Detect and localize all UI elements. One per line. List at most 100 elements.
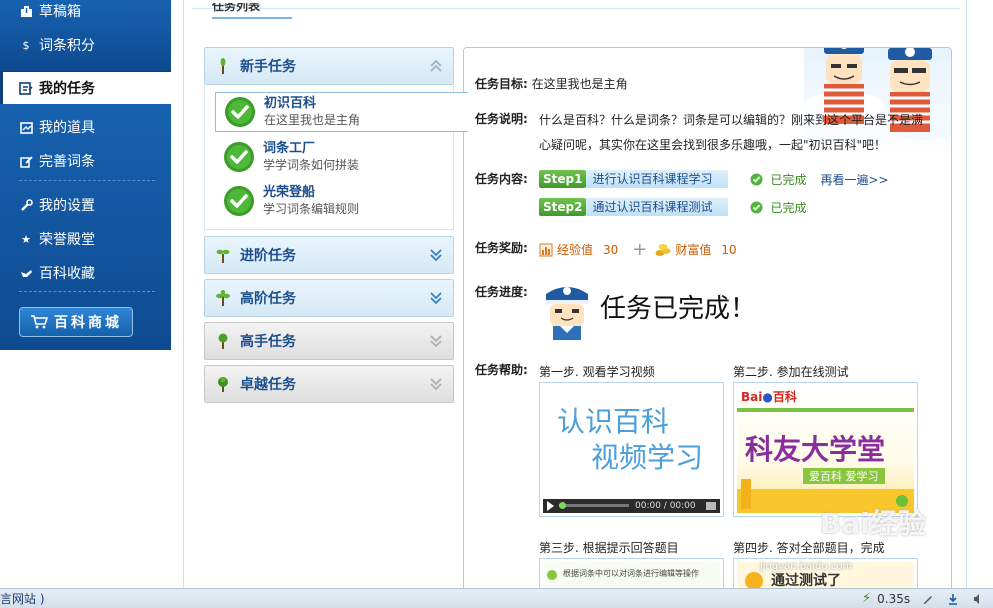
task-item-board[interactable]: 光荣登船 学习词条编辑规则 [215,181,455,221]
content-key: 任务内容: [475,172,528,186]
sidebar-item-honor-hall[interactable]: ★ 荣誉殿堂 [0,225,171,253]
sidebar-item-label: 我的设置 [39,198,95,214]
tab-bar: 任务列表 [192,3,960,19]
step-status-label: 已完成 [770,172,807,187]
slogan: 爱百科 爱学习 [803,468,885,484]
check-circle-icon [224,142,254,172]
tree-icon [218,333,228,349]
sidebar-item-improve-entry[interactable]: 完善词条 [0,147,171,175]
gold-coins-icon [655,243,671,256]
category-expert[interactable]: 高手任务 [204,322,454,360]
task-item-factory[interactable]: 词条工厂 学学词条如何拼装 [215,137,455,177]
pen-icon[interactable] [922,593,934,605]
coin-icon: $ [22,38,30,52]
task-content-key: 任务内容: [475,168,528,190]
task-icon [19,81,33,95]
step-number-dot [547,570,557,580]
online-test-thumbnail[interactable]: Bai●百科 科友大学堂 爱百科 爱学习 [733,382,918,517]
task-item-chushi[interactable]: 初识百科 在这里我也是主角 [215,92,468,132]
task-desc-key: 任务说明: [475,108,528,130]
check-icon [750,201,763,213]
task-goal-row: 任务目标: 在这里我也是主角 [475,73,628,95]
chevron-up-icon [430,59,442,72]
task-desc: 学学词条如何拼装 [263,158,360,172]
sidebar-item-label: 荣誉殿堂 [39,232,95,248]
category-high[interactable]: 高阶任务 [204,279,454,317]
tree-icon [218,377,228,392]
sidebar-divider [19,180,155,181]
sprout-icon [216,290,230,306]
check-icon [750,173,763,185]
edit-entry-icon [19,154,33,168]
step-name[interactable]: 进行认识百科课程学习 [586,170,729,188]
sidebar-item-drafts[interactable]: 草稿箱 [0,0,171,25]
chevron-down-icon [430,378,442,391]
step-badge: Step2 [539,198,587,216]
collection-icon [19,266,33,280]
progress-key: 任务进度: [475,285,528,299]
goal-key: 任务目标: [475,77,528,91]
plus-icon: + [632,239,648,260]
sidebar-item-settings[interactable]: 我的设置 [0,191,171,219]
play-icon[interactable] [547,501,554,511]
baike-shop-button[interactable]: 百科商城 [19,307,133,337]
category-excellence[interactable]: 卓越任务 [204,365,454,403]
sidebar-item-label: 百科收藏 [39,266,95,282]
category-advanced[interactable]: 进阶任务 [204,236,454,274]
status-left-text[interactable]: 言网站 ) [0,590,45,607]
reward-row: 经验值 30 + 财富值 10 [539,239,737,260]
video-progress-bar[interactable] [559,504,629,507]
task-reward-key: 任务奖励: [475,237,528,259]
sidebar-item-props[interactable]: 我的道具 [0,113,171,141]
task-desc-text: 什么是百科？什么是词条？词条是可以编辑的？刚来到这个平台是不是满心疑问呢，其实你… [539,113,924,152]
reward-exp-value: 30 [603,242,619,257]
left-sidebar: 草稿箱 $ 词条积分 我的任务 我的道具 完善词条 我的设置 ★ 荣誉殿堂 百科… [0,0,171,350]
video-time: 00:00 / 00:00 [635,501,696,511]
baike-logo: Bai●百科 [741,390,797,404]
download-icon[interactable] [947,593,959,605]
sidebar-item-points[interactable]: $ 词条积分 [0,31,171,59]
keyou-college-title: 科友大学堂 [745,433,886,466]
goal-value: 在这里我也是主角 [531,77,628,91]
step-status-label: 已完成 [770,200,807,215]
reward-wealth-value: 10 [721,242,737,257]
help-key: 任务帮助: [475,363,528,377]
sidebar-item-label: 完善词条 [39,154,95,170]
star-icon: ★ [21,232,31,246]
step-status: 已完成 [750,171,806,188]
video-controls: 00:00 / 00:00 [543,499,720,513]
video-thumbnail[interactable]: 认识百科 视频学习 00:00 / 00:00 [539,382,724,517]
step-status: 已完成 [750,199,806,216]
chevron-down-icon [430,335,442,348]
video-line-1: 认识百科 [557,405,670,438]
sidebar-item-my-tasks[interactable]: 我的任务 [0,72,171,104]
step-badge: Step1 [539,170,587,188]
baike-logo-text: 百科 [772,390,797,404]
step-name[interactable]: 通过认识百科课程测试 [586,198,729,216]
sidebar-item-favorites[interactable]: 百科收藏 [0,259,171,287]
draft-box-icon [19,4,33,18]
step-row-1: Step1 进行认识百科课程学习 已完成 再看一遍>> [539,169,889,189]
category-beginner[interactable]: 新手任务 [204,47,454,85]
hint-snippet: 根据词条中可以对词条进行编辑等操作 [563,569,699,578]
review-again-link[interactable]: 再看一遍>> [820,171,888,188]
load-speed-value: 0.35s [877,591,911,606]
tab-task-list[interactable]: 任务列表 [212,3,292,19]
sidebar-divider [19,291,155,292]
category-label: 卓越任务 [240,377,296,393]
chevron-down-icon [430,249,442,262]
browser-status-bar: 言网站 ) ⚡ 0.35s [0,588,993,608]
sprout-icon [216,249,230,263]
beginner-task-list: 初识百科 在这里我也是主角 词条工厂 学学词条如何拼装 光荣登船 学习词条编辑规… [204,86,468,230]
volume-icon[interactable] [706,502,716,510]
help-step-3-title: 第三步. 根据提示回答题目 [539,541,679,555]
speaker-icon[interactable] [972,593,984,605]
watermark-url: jingyan.baidu.com [760,561,853,572]
reward-exp-label: 经验值 [557,243,594,257]
sidebar-item-label: 我的道具 [39,120,95,136]
baidu-jingyan-watermark: Bai经验 [820,507,926,540]
shop-button-label: 百科商城 [54,315,122,331]
help-step-2-title: 第二步. 参加在线测试 [733,365,849,379]
category-label: 新手任务 [240,59,296,75]
video-scrubber[interactable] [559,502,566,509]
